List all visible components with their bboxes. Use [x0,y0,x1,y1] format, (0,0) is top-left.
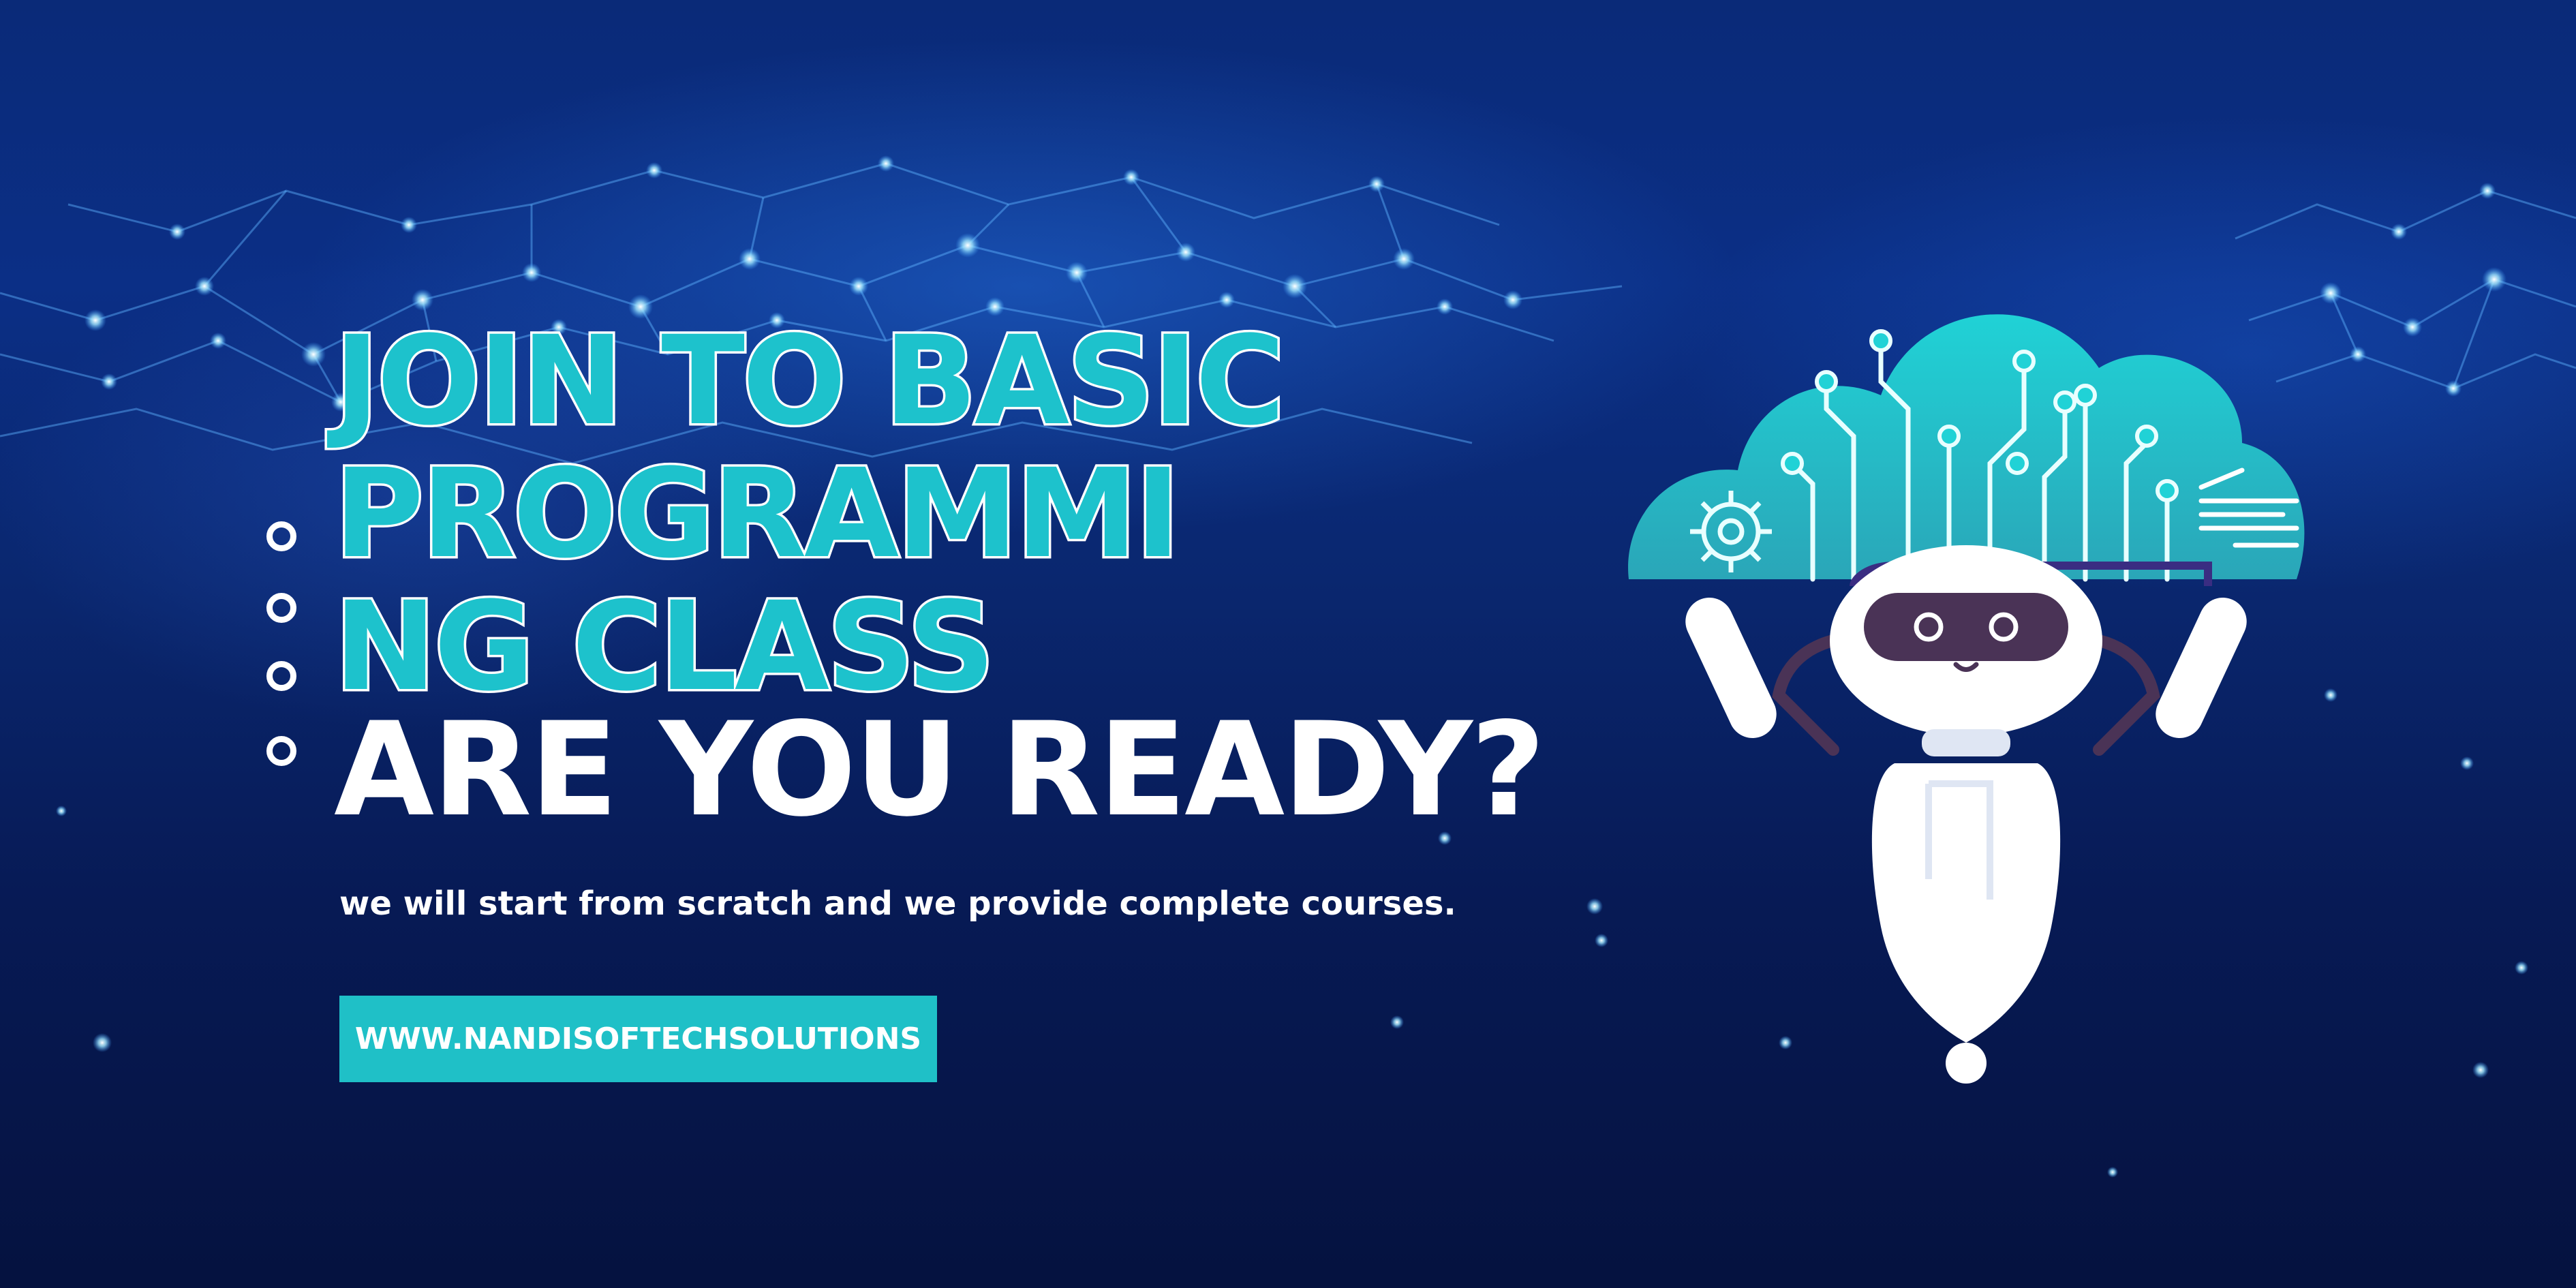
headline-line-2: PROGRAMMI [331,443,1182,585]
headline-line-1: JOIN TO BASIC [332,310,1288,453]
robot-cloud-illustration [1628,314,2305,1084]
tagline: we will start from scratch and we provid… [339,885,1456,923]
banner: JOIN TO BASIC PROGRAMMI NG CLASS ARE YOU… [0,0,2576,1288]
subheadline: ARE YOU READY? [334,694,1546,845]
circle-bullet-icon [266,736,296,766]
website-button[interactable]: WWW.NANDISOFTECHSOLUTIONS [339,996,937,1082]
robot-icon [1685,545,2247,1084]
circle-bullet-icon [266,661,296,691]
cloud-icon [1628,314,2305,582]
website-button-label: WWW.NANDISOFTECHSOLUTIONS [354,1022,922,1056]
circle-bullet-icon [266,521,296,551]
circle-bullet-icon [266,593,296,623]
headline-line-3: NG CLASS [331,576,997,718]
